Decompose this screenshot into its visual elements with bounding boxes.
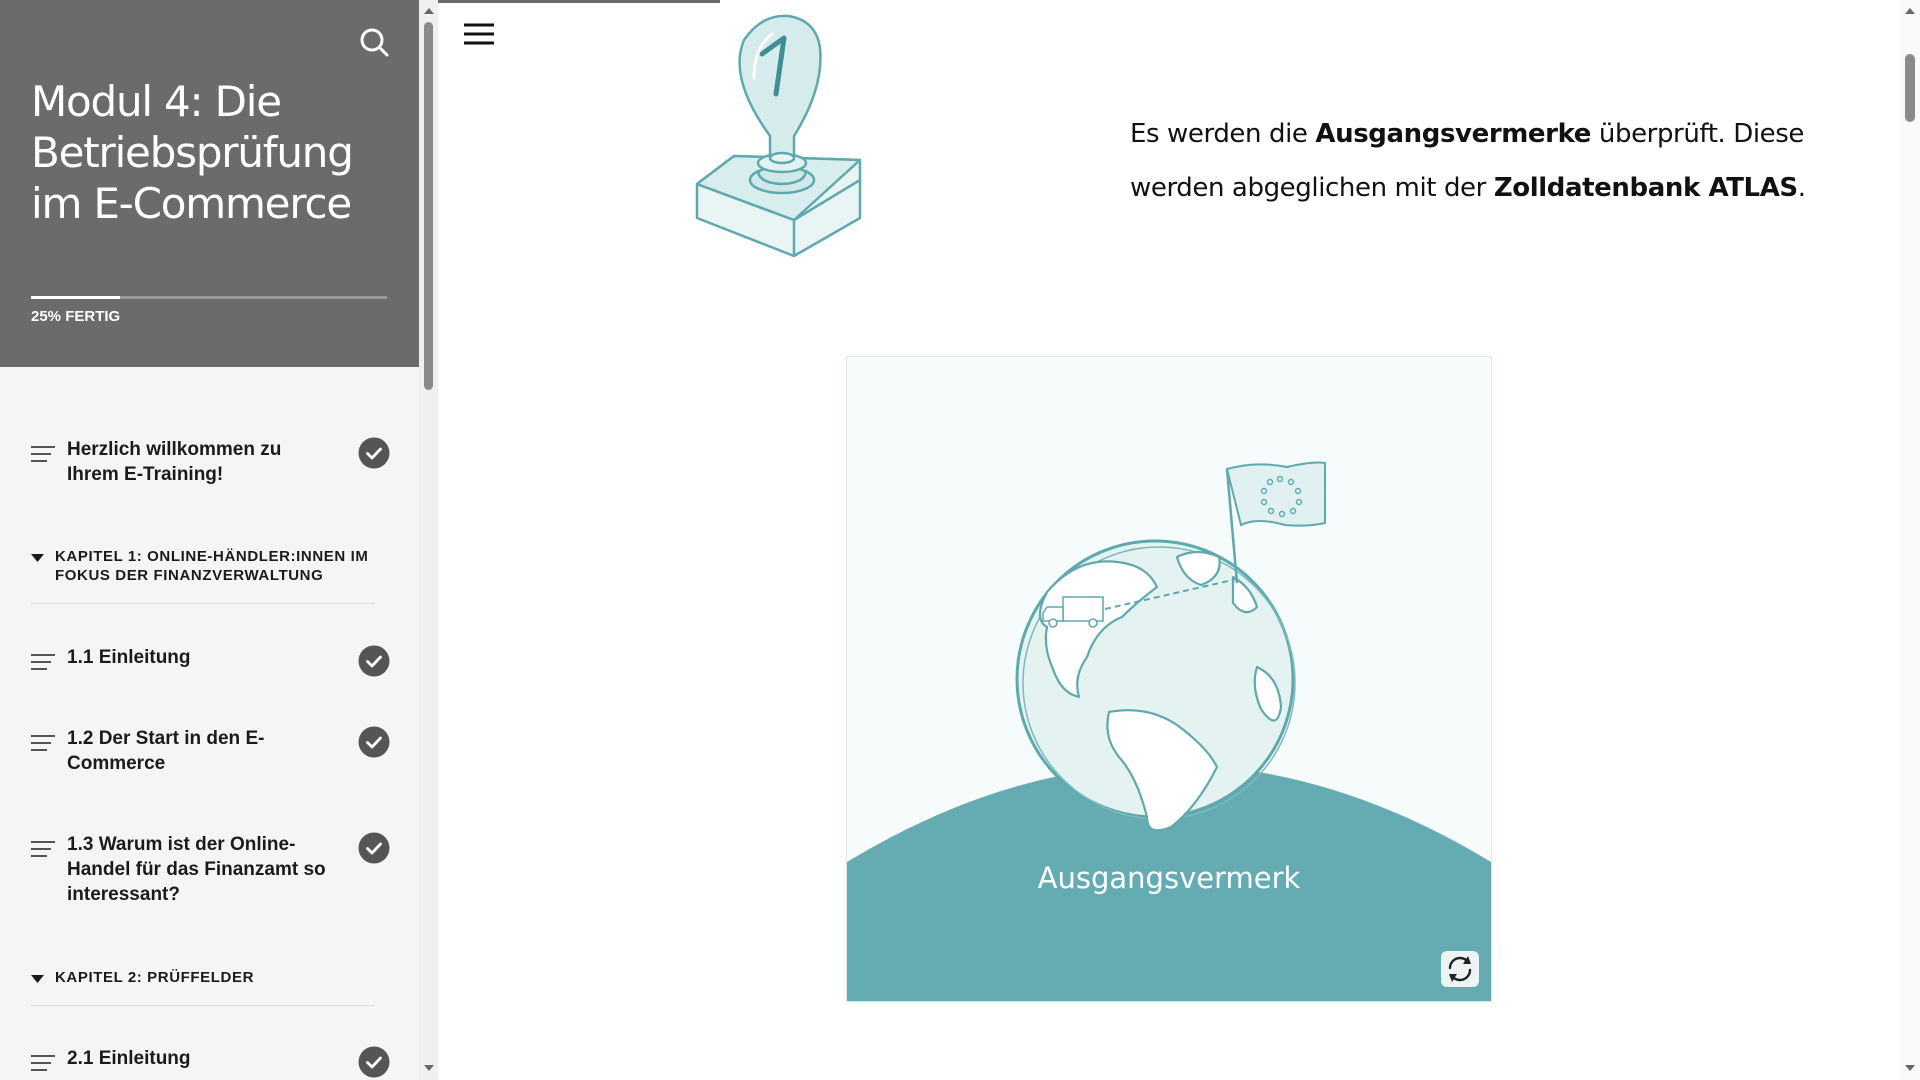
globe-flag-illustration [847, 461, 1491, 1001]
toc-lesson-label: 1.2 Der Start in den E-Commerce [67, 728, 265, 774]
toc-lesson-2-1[interactable]: 2.1 Einleitung [31, 1046, 391, 1078]
info-text-bold: Ausgangsvermerke [1315, 119, 1592, 149]
scroll-down-arrow-icon[interactable] [423, 1064, 435, 1072]
check-circle-icon [358, 726, 390, 758]
course-title: Modul 4: Die Betriebsprüfung im E-Commer… [31, 77, 354, 228]
toc-lesson-welcome[interactable]: Herzlich willkommen zu Ihrem E-Training! [31, 437, 391, 487]
lesson-lines-icon [31, 654, 55, 670]
top-loading-bar [438, 0, 720, 3]
sidebar-header: Modul 4: Die Betriebsprüfung im E-Commer… [0, 0, 419, 367]
check-circle-icon [358, 1046, 390, 1078]
lesson-lines-icon [31, 735, 55, 751]
toc-divider [31, 1005, 375, 1006]
check-circle-icon [358, 437, 390, 469]
lesson-lines-icon [31, 446, 55, 462]
caret-down-icon [31, 554, 44, 562]
lesson-content: Es werden die Ausgangsvermerke überprüft… [438, 0, 1900, 1080]
info-text-bold: Zolldatenbank ATLAS [1493, 173, 1798, 203]
info-text-part: . [1797, 173, 1806, 203]
toc-lesson-label: Herzlich willkommen zu Ihrem E-Training! [67, 439, 282, 485]
toc-chapter-1[interactable]: KAPITEL 1: ONLINE-HÄNDLER:INNEN IM FOKUS… [31, 547, 375, 587]
toc-lesson-label: 1.3 Warum ist der Online-Handel für das … [67, 834, 326, 905]
toc-chapter-label: KAPITEL 2: PRÜFFELDER [55, 969, 255, 986]
toc-lesson-1-2[interactable]: 1.2 Der Start in den E-Commerce [31, 726, 391, 776]
toc-chapter-2[interactable]: KAPITEL 2: PRÜFFELDER [31, 968, 375, 990]
info-text-part: Es werden die [1130, 119, 1316, 149]
main-scroll-thumb[interactable] [1905, 54, 1915, 122]
hamburger-menu-icon [464, 23, 494, 45]
progress-bar-fill [31, 296, 120, 299]
toc-lesson-1-1[interactable]: 1.1 Einleitung [31, 645, 391, 677]
scroll-up-arrow-icon[interactable] [423, 7, 435, 15]
toc-divider [31, 603, 375, 604]
toc-lesson-label: 2.1 Einleitung [67, 1048, 191, 1069]
lesson-lines-icon [31, 841, 55, 857]
flashcard-caption: Ausgangsvermerk [1037, 861, 1301, 895]
sidebar-scroll-thumb[interactable] [424, 22, 433, 390]
progress-label: 25% FERTIG [31, 308, 121, 325]
check-circle-icon [358, 832, 390, 864]
lesson-lines-icon [31, 1055, 55, 1071]
toc-lesson-label: 1.1 Einleitung [67, 647, 191, 668]
scroll-down-arrow-icon[interactable] [1904, 1064, 1916, 1072]
caret-down-icon [31, 975, 44, 983]
flashcard[interactable]: Ausgangsvermerk [846, 356, 1492, 1002]
scroll-up-arrow-icon[interactable] [1904, 7, 1916, 15]
toc-lesson-1-3[interactable]: 1.3 Warum ist der Online-Handel für das … [31, 832, 391, 908]
flip-card-button[interactable] [1441, 951, 1479, 987]
flip-refresh-icon [1448, 956, 1472, 982]
info-text: Es werden die Ausgangsvermerke überprüft… [1130, 107, 1850, 215]
toc-chapter-label: KAPITEL 1: ONLINE-HÄNDLER:INNEN IM FOKUS… [55, 548, 369, 584]
menu-button[interactable] [462, 20, 496, 50]
progress-bar [31, 296, 387, 299]
search-button[interactable] [354, 22, 394, 62]
sidebar-scrollbar[interactable] [419, 0, 438, 1080]
check-circle-icon [358, 645, 390, 677]
course-sidebar: Modul 4: Die Betriebsprüfung im E-Commer… [0, 0, 419, 1080]
search-icon [360, 28, 389, 57]
stamp-illustration [695, 14, 862, 258]
main-scrollbar[interactable] [1900, 0, 1920, 1080]
